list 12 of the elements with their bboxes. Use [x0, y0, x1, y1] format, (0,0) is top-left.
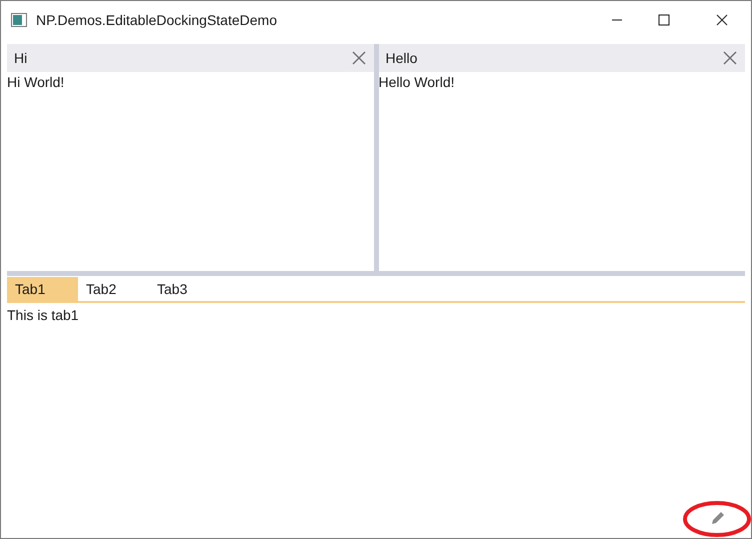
window-title: NP.Demos.EditableDockingStateDemo — [36, 10, 277, 30]
pane-title: Hi — [14, 48, 28, 68]
maximize-icon[interactable] — [658, 14, 670, 26]
close-icon[interactable] — [716, 14, 728, 26]
highlight-ellipse — [682, 500, 751, 538]
tab[interactable]: Tab1 — [7, 277, 78, 301]
pane-content: Hi World! — [7, 73, 64, 92]
pane-title: Hello — [386, 48, 418, 68]
app-icon — [11, 13, 27, 27]
edit-icon[interactable] — [711, 511, 725, 525]
pane-content: Hello World! — [378, 73, 454, 92]
tab-content: This is tab1 — [7, 306, 79, 325]
